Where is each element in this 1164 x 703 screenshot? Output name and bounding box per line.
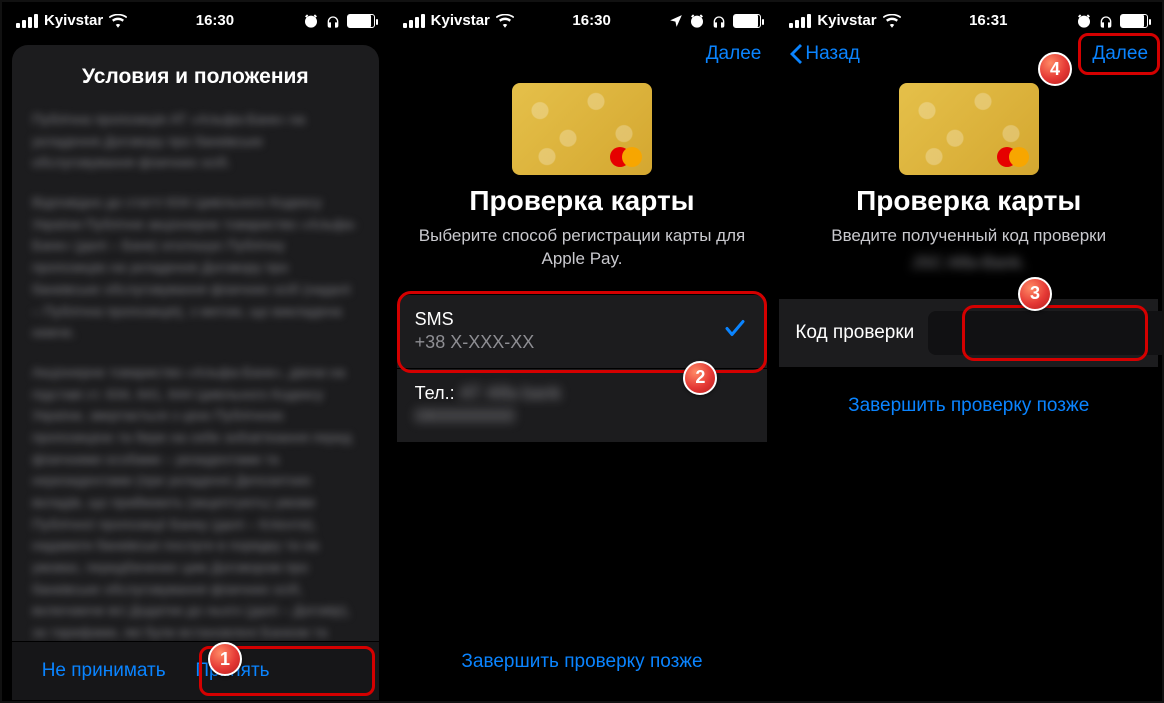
battery-icon xyxy=(1120,14,1148,28)
headphones-icon xyxy=(1098,13,1114,29)
screen-enter-code: Kyivstar 16:31 Назад Далее 4 Пров xyxy=(775,2,1162,701)
code-label: Код проверки xyxy=(795,322,914,344)
clock: 16:30 xyxy=(572,12,610,29)
screen-verify-method: Kyivstar 16:30 Далее Проверка карты Выбе… xyxy=(389,2,776,701)
signal-icon xyxy=(403,14,425,28)
mastercard-icon xyxy=(997,147,1029,167)
checkmark-icon xyxy=(723,317,747,346)
next-button[interactable]: Далее xyxy=(706,43,762,65)
code-row: Код проверки 3 xyxy=(779,299,1158,367)
step-badge-2: 2 xyxy=(683,361,717,395)
terms-title: Условия и положения xyxy=(12,45,379,103)
step-badge-1: 1 xyxy=(208,642,242,676)
battery-icon xyxy=(733,14,761,28)
status-bar: Kyivstar 16:30 xyxy=(2,2,389,35)
complete-later-link[interactable]: Завершить проверку позже xyxy=(775,395,1162,417)
page-subtitle: Выберите способ регистрации карты для Ap… xyxy=(389,225,776,271)
alarm-icon xyxy=(303,13,319,29)
page-subtitle: Введите полученный код проверки JSC Alfa… xyxy=(775,225,1162,275)
nav-bar: Далее xyxy=(389,35,776,75)
alarm-icon xyxy=(689,13,705,29)
terms-sheet: Условия и положения Публічна пропозиція … xyxy=(12,45,379,700)
status-bar: Kyivstar 16:31 xyxy=(775,2,1162,35)
option-sms[interactable]: SMS +38 X-XXX-XX xyxy=(397,295,768,369)
step-badge-3: 3 xyxy=(1018,277,1052,311)
signal-icon xyxy=(789,14,811,28)
terms-actions: Не принимать Принять xyxy=(12,641,379,700)
step-badge-4: 4 xyxy=(1038,52,1072,86)
headphones-icon xyxy=(325,13,341,29)
code-input[interactable] xyxy=(928,311,1162,355)
next-button[interactable]: Далее xyxy=(1092,43,1148,65)
card-image xyxy=(512,83,652,175)
clock: 16:31 xyxy=(969,12,1007,29)
card-image xyxy=(899,83,1039,175)
chevron-left-icon xyxy=(789,44,803,64)
verification-options: SMS +38 X-XXX-XX Тел.: АТ Alfa bank 0800… xyxy=(397,295,768,443)
option-detail: 0800000000 xyxy=(415,406,750,427)
page-heading: Проверка карты xyxy=(789,185,1148,217)
carrier-label: Kyivstar xyxy=(44,12,103,29)
alarm-icon xyxy=(1076,13,1092,29)
terms-body[interactable]: Публічна пропозиція АТ «Альфа-Банк» на у… xyxy=(12,103,379,641)
status-bar: Kyivstar 16:30 xyxy=(389,2,776,35)
wifi-icon xyxy=(883,14,901,28)
back-button[interactable]: Назад xyxy=(789,43,859,65)
wifi-icon xyxy=(496,14,514,28)
wifi-icon xyxy=(109,14,127,28)
location-icon xyxy=(669,14,683,28)
screen-terms: Kyivstar 16:30 Условия и положения Публі… xyxy=(2,2,389,701)
nav-bar: Назад Далее xyxy=(775,35,1162,75)
mastercard-icon xyxy=(610,147,642,167)
carrier-label: Kyivstar xyxy=(431,12,490,29)
option-label: SMS xyxy=(415,309,750,330)
signal-icon xyxy=(16,14,38,28)
headphones-icon xyxy=(711,13,727,29)
complete-later-link[interactable]: Завершить проверку позже xyxy=(389,651,776,673)
option-detail: +38 X-XXX-XX xyxy=(415,332,750,353)
decline-button[interactable]: Не принимать xyxy=(12,642,195,700)
page-heading: Проверка карты xyxy=(403,185,762,217)
battery-icon xyxy=(347,14,375,28)
clock: 16:30 xyxy=(196,12,234,29)
carrier-label: Kyivstar xyxy=(817,12,876,29)
